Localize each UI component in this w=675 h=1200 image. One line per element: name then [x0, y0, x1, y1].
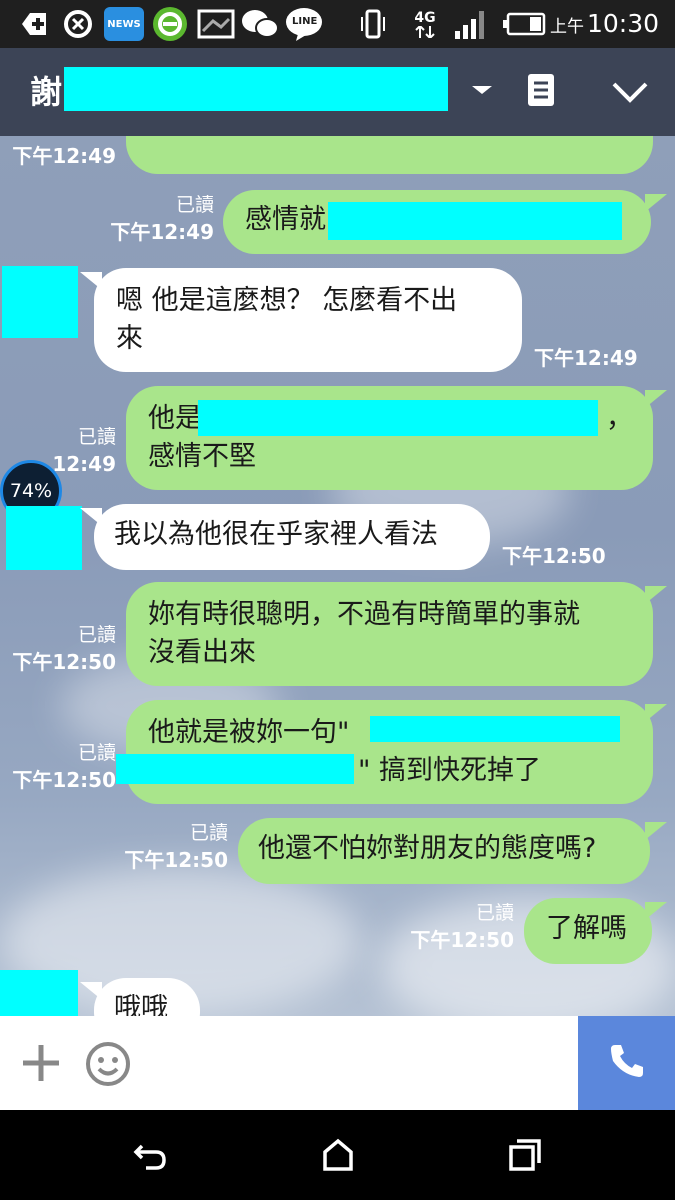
read-receipt: 已讀 — [475, 902, 514, 924]
message-time: 下午12:49 — [12, 144, 116, 168]
message-time: 下午12:49 — [110, 220, 214, 244]
boost-percent: 74% — [9, 480, 53, 502]
message-meta: 下午12:49 — [10, 142, 116, 170]
message-bubble-sent[interactable]: 死。 — [126, 136, 653, 174]
chat-header: 謝 — [0, 48, 675, 136]
phone-icon — [607, 1041, 647, 1085]
message-bubble-sent[interactable]: 了解嗎 — [524, 898, 652, 964]
message-time: 下午12:50 — [12, 650, 116, 674]
message-text: 我以為他很在乎家裡人看法 — [114, 519, 438, 550]
vibrate-icon — [358, 7, 388, 41]
message-text-punct: ， — [606, 403, 633, 434]
system-nav-bar — [0, 1110, 675, 1200]
bubble-tail — [645, 902, 667, 920]
message-text: 他還不怕妳對朋友的態度嗎? — [258, 833, 597, 864]
bubble-tail — [645, 390, 667, 408]
read-receipt: 已讀 — [77, 624, 116, 646]
read-receipt: 已讀 — [77, 742, 116, 764]
message-meta: 已讀 下午12:50 — [402, 900, 514, 954]
message-text-line: 他是 — [148, 403, 202, 434]
network-indicator: 4G — [410, 7, 440, 41]
emoji-icon[interactable] — [84, 1040, 132, 1092]
redaction-block — [64, 67, 448, 111]
message-meta: 已讀 下午12:50 — [4, 740, 116, 794]
read-receipt: 已讀 — [77, 426, 116, 448]
message-text-line: 來 — [116, 323, 143, 354]
redaction-block — [198, 400, 598, 436]
network-label: 4G — [414, 10, 436, 26]
wechat-icon — [240, 7, 280, 41]
message-meta: 已讀 下午12:50 — [116, 820, 228, 874]
status-clock: 上午 10:30 — [550, 6, 659, 42]
sync-icon — [60, 7, 96, 41]
message-time: 下午12:50 — [410, 928, 514, 952]
message-bubble-sent[interactable]: 他還不怕妳對朋友的態度嗎? — [238, 818, 650, 884]
message-text: 感情就 — [245, 204, 326, 235]
message-bubble-received[interactable]: 哦哦 — [94, 978, 200, 1016]
message-time: 下午12:49 — [534, 346, 638, 370]
add-notification-icon — [16, 7, 50, 41]
home-icon[interactable] — [322, 1138, 354, 1176]
call-button[interactable] — [578, 1016, 675, 1110]
avatar-redaction[interactable] — [0, 970, 78, 1016]
message-text-line: 沒看出來 — [148, 637, 256, 668]
chevron-down-icon[interactable] — [610, 78, 650, 110]
message-time: 下午12:50 — [502, 544, 606, 568]
gallery-icon — [196, 7, 236, 41]
browser-icon — [150, 7, 190, 41]
bubble-tail — [645, 586, 667, 604]
message-meta: 已讀 下午12:49 — [100, 192, 214, 246]
redaction-block — [370, 716, 620, 742]
bubble-tail — [80, 982, 102, 1000]
message-text-line: 感情不堅 — [148, 441, 256, 472]
message-time: 下午12:50 — [12, 768, 116, 792]
message-time: 下午12:50 — [124, 848, 228, 872]
avatar-redaction[interactable] — [6, 506, 82, 570]
message-text-line: 妳有時很聰明，不過有時簡單的事就 — [148, 599, 580, 630]
avatar-redaction[interactable] — [2, 266, 78, 338]
message-bubble-sent[interactable]: 妳有時很聰明，不過有時簡單的事就 沒看出來 — [126, 582, 653, 686]
bubble-tail — [80, 272, 102, 290]
redaction-block — [328, 202, 622, 240]
clock-time: 10:30 — [586, 9, 659, 38]
message-bubble-received[interactable]: 我以為他很在乎家裡人看法 — [94, 504, 490, 570]
notes-icon[interactable] — [526, 72, 556, 112]
bubble-tail — [80, 508, 102, 526]
line-app-icon: LINE — [284, 7, 324, 41]
contact-name[interactable]: 謝 — [30, 68, 62, 116]
read-receipt: 已讀 — [189, 822, 228, 844]
battery-icon — [502, 7, 546, 41]
bubble-tail — [645, 822, 667, 840]
news-app-icon: NEWS — [104, 7, 144, 41]
status-bar: NEWS LINE 4G 上午 10:30 — [0, 0, 675, 48]
triangle-down-icon[interactable] — [470, 82, 494, 102]
message-meta: 已讀 下午12:50 — [4, 622, 116, 676]
bubble-tail — [645, 194, 667, 212]
message-text-line: 嗯 他是這麼想？ 怎麼看不出 — [116, 285, 458, 316]
back-icon[interactable] — [132, 1140, 168, 1176]
news-label: NEWS — [107, 18, 141, 30]
clock-ampm: 上午 — [549, 17, 584, 37]
recents-icon[interactable] — [508, 1138, 542, 1176]
message-text: 哦哦 — [114, 993, 168, 1016]
signal-icon — [452, 7, 490, 41]
message-bubble-received[interactable]: 嗯 他是這麼想？ 怎麼看不出 來 — [94, 268, 522, 372]
plus-icon[interactable] — [20, 1042, 62, 1088]
bubble-tail — [645, 704, 667, 722]
read-receipt: 已讀 — [175, 194, 214, 216]
contact-name-initial: 謝 — [30, 73, 63, 111]
message-text: 了解嗎 — [546, 913, 627, 944]
line-label: LINE — [292, 16, 318, 27]
chat-area[interactable]: 死。 下午12:49 感情就 已讀 下午12:49 嗯 他是這麼想？ 怎麼看不出… — [0, 136, 675, 1016]
message-input-bar — [0, 1016, 675, 1110]
redaction-block — [116, 754, 354, 784]
